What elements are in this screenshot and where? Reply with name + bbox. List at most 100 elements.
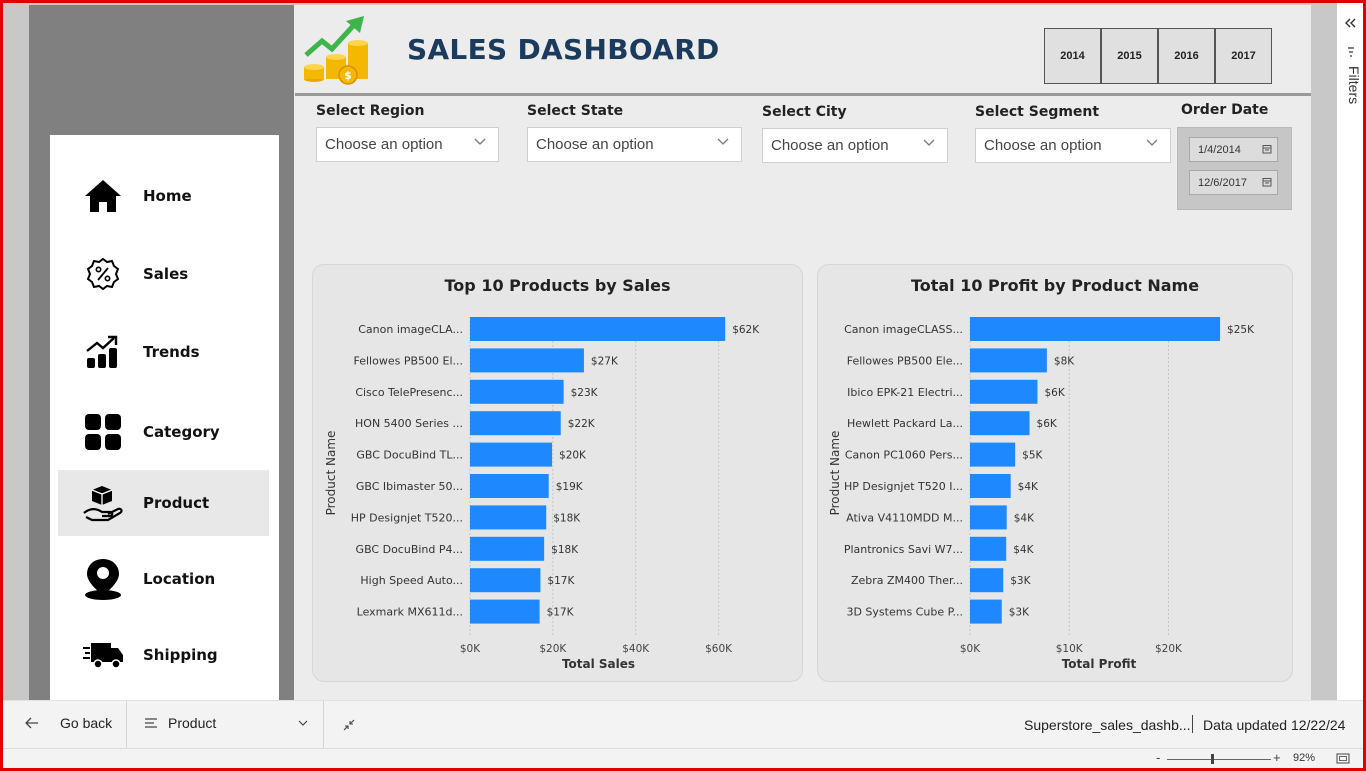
bar (970, 505, 1007, 530)
data-label: $18K (551, 544, 579, 556)
collapse-icon[interactable] (1343, 17, 1357, 29)
data-label: $20K (559, 450, 587, 462)
year-button-2014[interactable]: 2014 (1044, 28, 1101, 84)
end-date-value: 12/6/2017 (1198, 176, 1247, 189)
file-name: Superstore_sales_dashb... (1024, 717, 1191, 733)
top-products-sales-chart[interactable]: Top 10 Products by Sales $0K $20K $40K $60K… (312, 264, 803, 682)
nav-label-location: Location (143, 570, 216, 588)
calendar-icon (1262, 145, 1272, 154)
x-tick-label: $0K (460, 643, 481, 655)
go-back-button[interactable]: Go back (25, 715, 112, 731)
filters-pane-rail[interactable] (1337, 3, 1363, 700)
data-label: $25K (1227, 324, 1255, 336)
nav-label-home: Home (143, 187, 192, 205)
segment-slicer-label: Select Segment (975, 104, 1100, 120)
year-button-2016[interactable]: 2016 (1158, 28, 1215, 84)
x-tick-label: $0K (960, 643, 981, 655)
fit-to-page-icon[interactable] (1336, 753, 1350, 764)
segment-dropdown-value: Choose an option (984, 137, 1102, 154)
grid-icon (80, 409, 126, 455)
start-date-input[interactable]: 1/4/2014 (1189, 137, 1278, 162)
bar (470, 379, 564, 404)
nav-item-trends[interactable]: Trends (58, 319, 269, 385)
bar (470, 599, 540, 624)
year-button-2015[interactable]: 2015 (1101, 28, 1158, 84)
category-label: HP Designjet T520... (351, 511, 463, 524)
nav-label-shipping: Shipping (143, 646, 218, 664)
bar (970, 411, 1030, 436)
y-axis-label: Product Name (324, 431, 338, 516)
bar (470, 505, 547, 530)
city-dropdown[interactable]: Choose an option (762, 128, 948, 163)
category-label: High Speed Auto... (360, 574, 463, 587)
region-dropdown[interactable]: Choose an option (316, 127, 499, 162)
end-date-input[interactable]: 12/6/2017 (1189, 170, 1278, 195)
bar (470, 348, 584, 373)
bar (970, 599, 1002, 624)
category-label: HON 5400 Series ... (355, 417, 463, 430)
data-label: $3K (1010, 575, 1031, 587)
bar (970, 379, 1038, 404)
calendar-icon (1262, 178, 1272, 187)
bar (970, 474, 1011, 498)
bar (470, 442, 553, 467)
bar (970, 348, 1047, 373)
arrow-left-icon (25, 717, 38, 729)
report-page: Home Sales Trends Category Product Locat… (29, 5, 1311, 700)
segment-dropdown[interactable]: Choose an option (975, 128, 1171, 163)
data-label: $3K (1009, 607, 1030, 619)
chevron-down-icon (298, 720, 308, 726)
truck-icon (80, 632, 126, 678)
data-updated-text: Data updated 12/22/24 (1203, 717, 1346, 733)
nav-item-sales[interactable]: Sales (58, 241, 269, 307)
zoom-out-button[interactable]: - (1156, 750, 1160, 765)
chevron-down-icon (717, 138, 729, 145)
bar (970, 568, 1004, 593)
zoom-slider-thumb[interactable] (1211, 754, 1214, 764)
order-date-label: Order Date (1181, 102, 1269, 118)
bar (470, 317, 726, 341)
x-axis-label: Total Sales (562, 657, 635, 671)
category-label: Canon imageCLA... (358, 323, 463, 336)
nav-item-location[interactable]: Location (58, 546, 269, 612)
y-axis-label: Product Name (828, 431, 842, 516)
category-label: Fellowes PB500 El... (354, 354, 464, 367)
nav-label-trends: Trends (143, 343, 200, 361)
nav-item-product[interactable]: Product (58, 470, 269, 536)
start-date-value: 1/4/2014 (1198, 143, 1241, 156)
category-label: Zebra ZM400 Ther... (851, 574, 963, 587)
chevron-down-icon (1146, 139, 1158, 146)
data-label: $18K (553, 512, 581, 524)
chart-canvas: $0K $20K $40K $60K Canon imageCLA... $62K Fell… (324, 317, 760, 671)
year-button-2017[interactable]: 2017 (1215, 28, 1272, 84)
category-label: Cisco TelePresenc... (355, 386, 463, 399)
data-label: $19K (556, 481, 584, 493)
home-icon (80, 173, 126, 219)
chevron-down-icon (923, 139, 935, 146)
data-label: $27K (591, 355, 619, 367)
top-products-profit-chart[interactable]: Total 10 Profit by Product Name $0K $10K $… (817, 264, 1293, 682)
nav-item-category[interactable]: Category (58, 399, 269, 465)
year-slicer: 2014 2015 2016 2017 (1044, 28, 1272, 84)
trend-chart-icon (80, 329, 126, 375)
data-label: $5K (1022, 450, 1043, 462)
category-label: Canon imageCLASS... (844, 323, 963, 336)
data-label: $4K (1018, 481, 1039, 493)
filter-funnel-icon (1348, 47, 1354, 57)
zoom-slider[interactable] (1167, 759, 1271, 760)
bar (470, 474, 549, 498)
state-slicer-label: Select State (527, 103, 624, 119)
collapse-arrows-icon[interactable] (343, 719, 355, 731)
navigation-panel: Home Sales Trends Category Product Locat… (50, 135, 279, 700)
x-tick-label: $40K (622, 643, 650, 655)
page-selector[interactable]: Product (145, 715, 311, 731)
nav-item-home[interactable]: Home (58, 163, 269, 229)
x-tick-label: $20K (1155, 643, 1183, 655)
state-dropdown[interactable]: Choose an option (527, 127, 742, 162)
zoom-in-button[interactable]: + (1273, 750, 1281, 765)
divider (323, 701, 324, 749)
nav-item-shipping[interactable]: Shipping (58, 622, 269, 688)
location-pin-icon (80, 556, 126, 602)
data-label: $4K (1013, 544, 1034, 556)
filters-pane-label[interactable]: Filters (1346, 66, 1362, 104)
